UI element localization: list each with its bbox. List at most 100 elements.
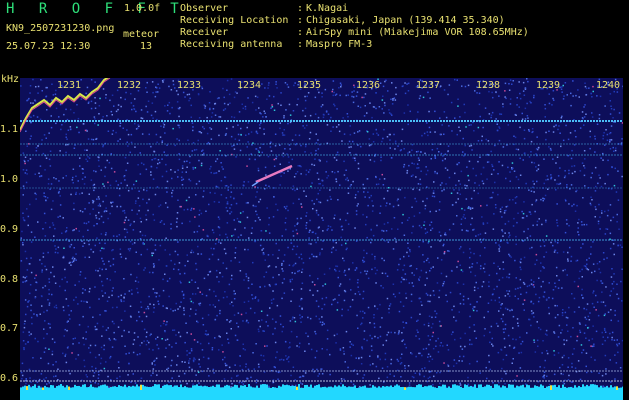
noise-speck: [315, 315, 317, 318]
noise-speck: [34, 337, 36, 340]
noise-speck: [273, 158, 276, 161]
noise-speck: [258, 320, 260, 322]
noise-speck: [251, 227, 253, 229]
noise-speck: [437, 337, 439, 340]
noise-speck: [383, 223, 386, 225]
noise-speck: [610, 309, 612, 311]
noise-speck: [109, 184, 112, 187]
noise-speck: [22, 244, 24, 246]
noise-speck: [434, 157, 437, 159]
signal-bar: [542, 385, 544, 390]
noise-speck: [305, 173, 307, 176]
noise-speck: [517, 148, 520, 151]
noise-speck: [331, 229, 333, 231]
noise-speck: [530, 279, 533, 281]
noise-speck: [612, 243, 615, 245]
noise-speck: [523, 230, 525, 233]
noise-speck: [402, 213, 404, 216]
noise-speck: [283, 254, 286, 256]
noise-speck: [406, 169, 409, 172]
noise-speck: [326, 229, 328, 231]
noise-speck: [522, 212, 525, 215]
noise-speck: [306, 212, 308, 214]
x-tick-label: 1239: [536, 80, 561, 91]
noise-speck: [94, 244, 96, 247]
noise-speck: [502, 320, 504, 323]
noise-speck: [201, 349, 204, 351]
noise-speck: [389, 139, 391, 141]
signal-bar: [558, 385, 560, 390]
signal-bar: [152, 386, 154, 390]
signal-bar: [620, 387, 622, 390]
signal-bar: [166, 384, 168, 390]
noise-speck: [570, 335, 572, 338]
signal-bar: [382, 386, 384, 390]
noise-speck: [543, 375, 545, 377]
noise-speck: [29, 138, 32, 140]
receiver-label: Receiver: [180, 27, 229, 38]
noise-speck: [200, 212, 203, 215]
noise-speck: [413, 163, 415, 165]
noise-speck: [595, 208, 597, 211]
noise-speck: [154, 110, 157, 113]
noise-speck: [131, 293, 133, 295]
noise-speck: [171, 177, 173, 180]
noise-speck: [230, 184, 232, 186]
noise-speck: [193, 357, 195, 359]
noise-speck: [104, 166, 107, 169]
header-panel: H R O F F T 1.0.0f KN9_2507231230.png me…: [0, 0, 629, 75]
noise-speck: [209, 270, 212, 273]
noise-speck: [272, 216, 275, 218]
noise-speck: [420, 269, 423, 272]
noise-speck: [308, 231, 310, 233]
noise-speck: [319, 252, 321, 254]
noise-speck: [596, 123, 599, 125]
noise-speck: [162, 305, 164, 307]
noise-speck: [162, 322, 165, 325]
noise-speck: [24, 343, 27, 345]
noise-speck: [469, 248, 471, 250]
noise-speck: [583, 124, 585, 126]
noise-speck: [501, 377, 503, 380]
noise-speck: [470, 144, 473, 147]
noise-speck: [533, 94, 535, 97]
noise-speck: [588, 87, 590, 89]
noise-speck: [244, 227, 246, 229]
noise-speck: [158, 87, 161, 89]
noise-speck: [234, 252, 237, 254]
noise-speck: [596, 262, 599, 265]
noise-speck: [447, 145, 450, 147]
noise-speck: [247, 277, 250, 279]
noise-speck: [208, 203, 210, 206]
noise-speck: [587, 315, 590, 318]
noise-speck: [439, 133, 442, 136]
noise-speck: [197, 245, 199, 248]
signal-bar: [344, 386, 346, 390]
noise-speck: [48, 288, 50, 291]
noise-speck: [410, 300, 413, 302]
noise-speck: [343, 289, 346, 292]
noise-speck: [461, 229, 463, 231]
noise-speck: [456, 79, 458, 81]
noise-speck: [259, 146, 261, 149]
noise-speck: [520, 343, 522, 345]
noise-speck: [366, 339, 368, 342]
noise-speck: [447, 349, 450, 351]
noise-speck: [186, 382, 188, 385]
noise-speck: [263, 330, 265, 332]
noise-speck: [199, 302, 202, 305]
noise-speck: [460, 246, 462, 248]
noise-speck: [415, 176, 417, 178]
noise-speck: [561, 329, 563, 331]
noise-speck: [124, 236, 127, 238]
noise-speck: [339, 82, 342, 84]
noise-speck: [319, 201, 322, 204]
signal-bar: [402, 386, 404, 390]
noise-speck: [222, 168, 224, 170]
noise-speck: [94, 286, 96, 288]
noise-speck: [144, 234, 147, 237]
signal-bar: [298, 384, 300, 390]
noise-speck: [272, 381, 275, 383]
right-edge: [623, 75, 629, 400]
noise-speck: [491, 293, 494, 296]
